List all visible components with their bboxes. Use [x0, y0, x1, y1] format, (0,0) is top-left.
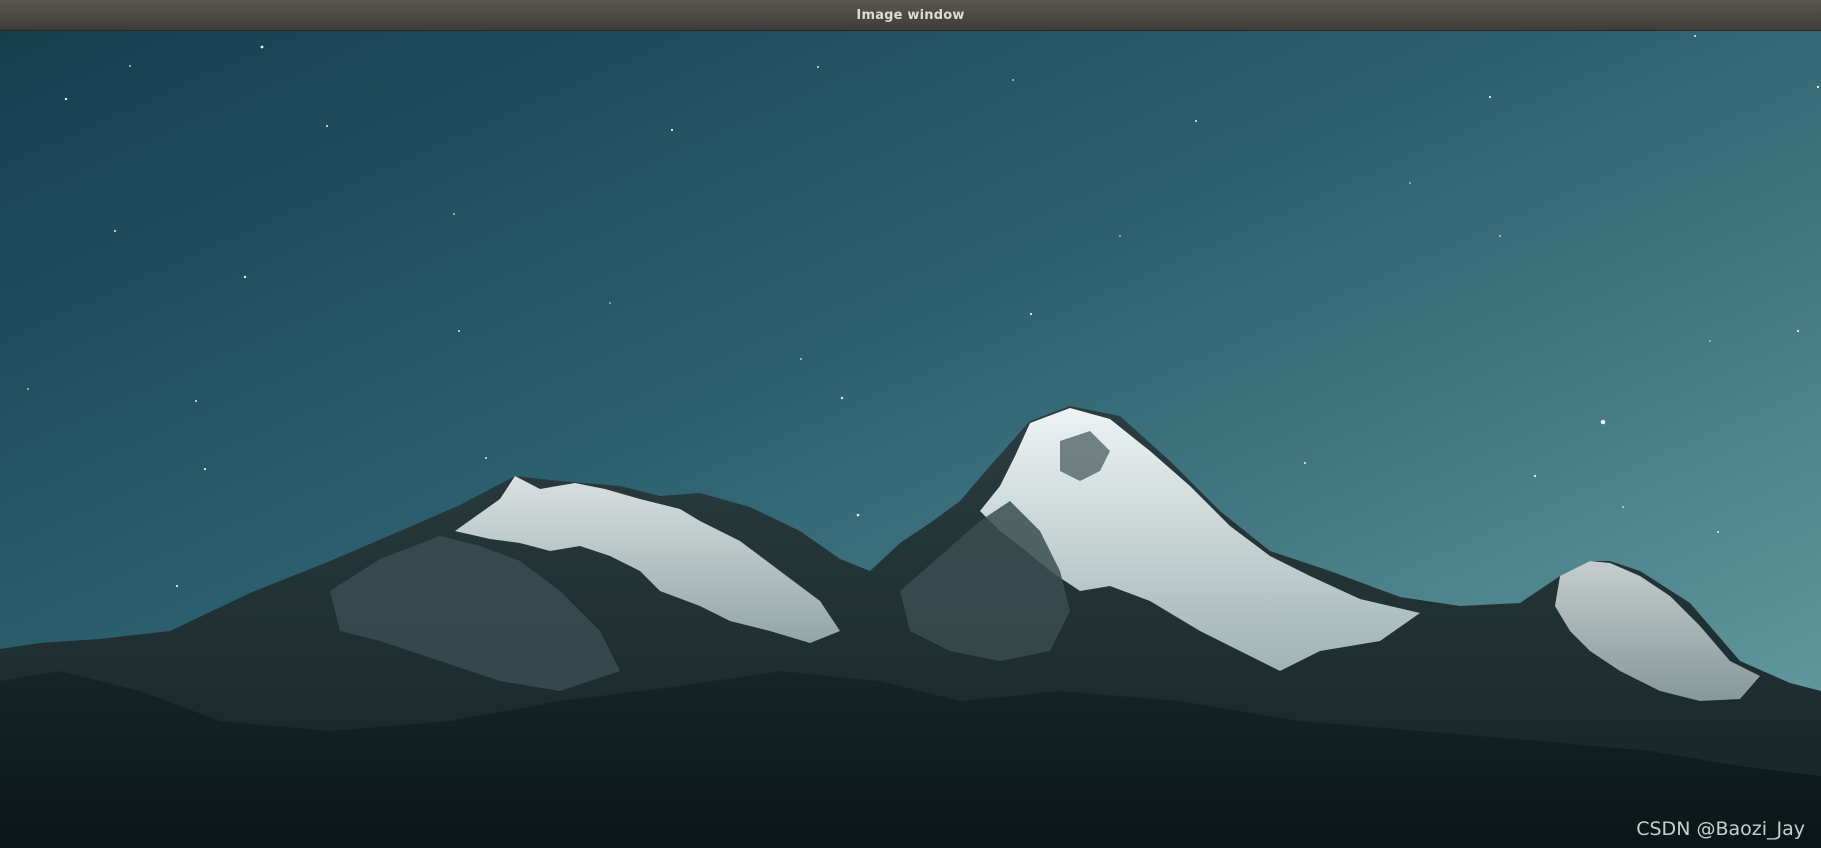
image-window: Image window CSDN @Baozi_Jay [0, 0, 1821, 848]
image-canvas: CSDN @Baozi_Jay [0, 31, 1821, 848]
watermark: CSDN @Baozi_Jay [1636, 818, 1805, 840]
window-titlebar[interactable]: Image window [0, 0, 1821, 31]
window-title: Image window [856, 7, 965, 23]
mountain-photo [0, 31, 1821, 848]
